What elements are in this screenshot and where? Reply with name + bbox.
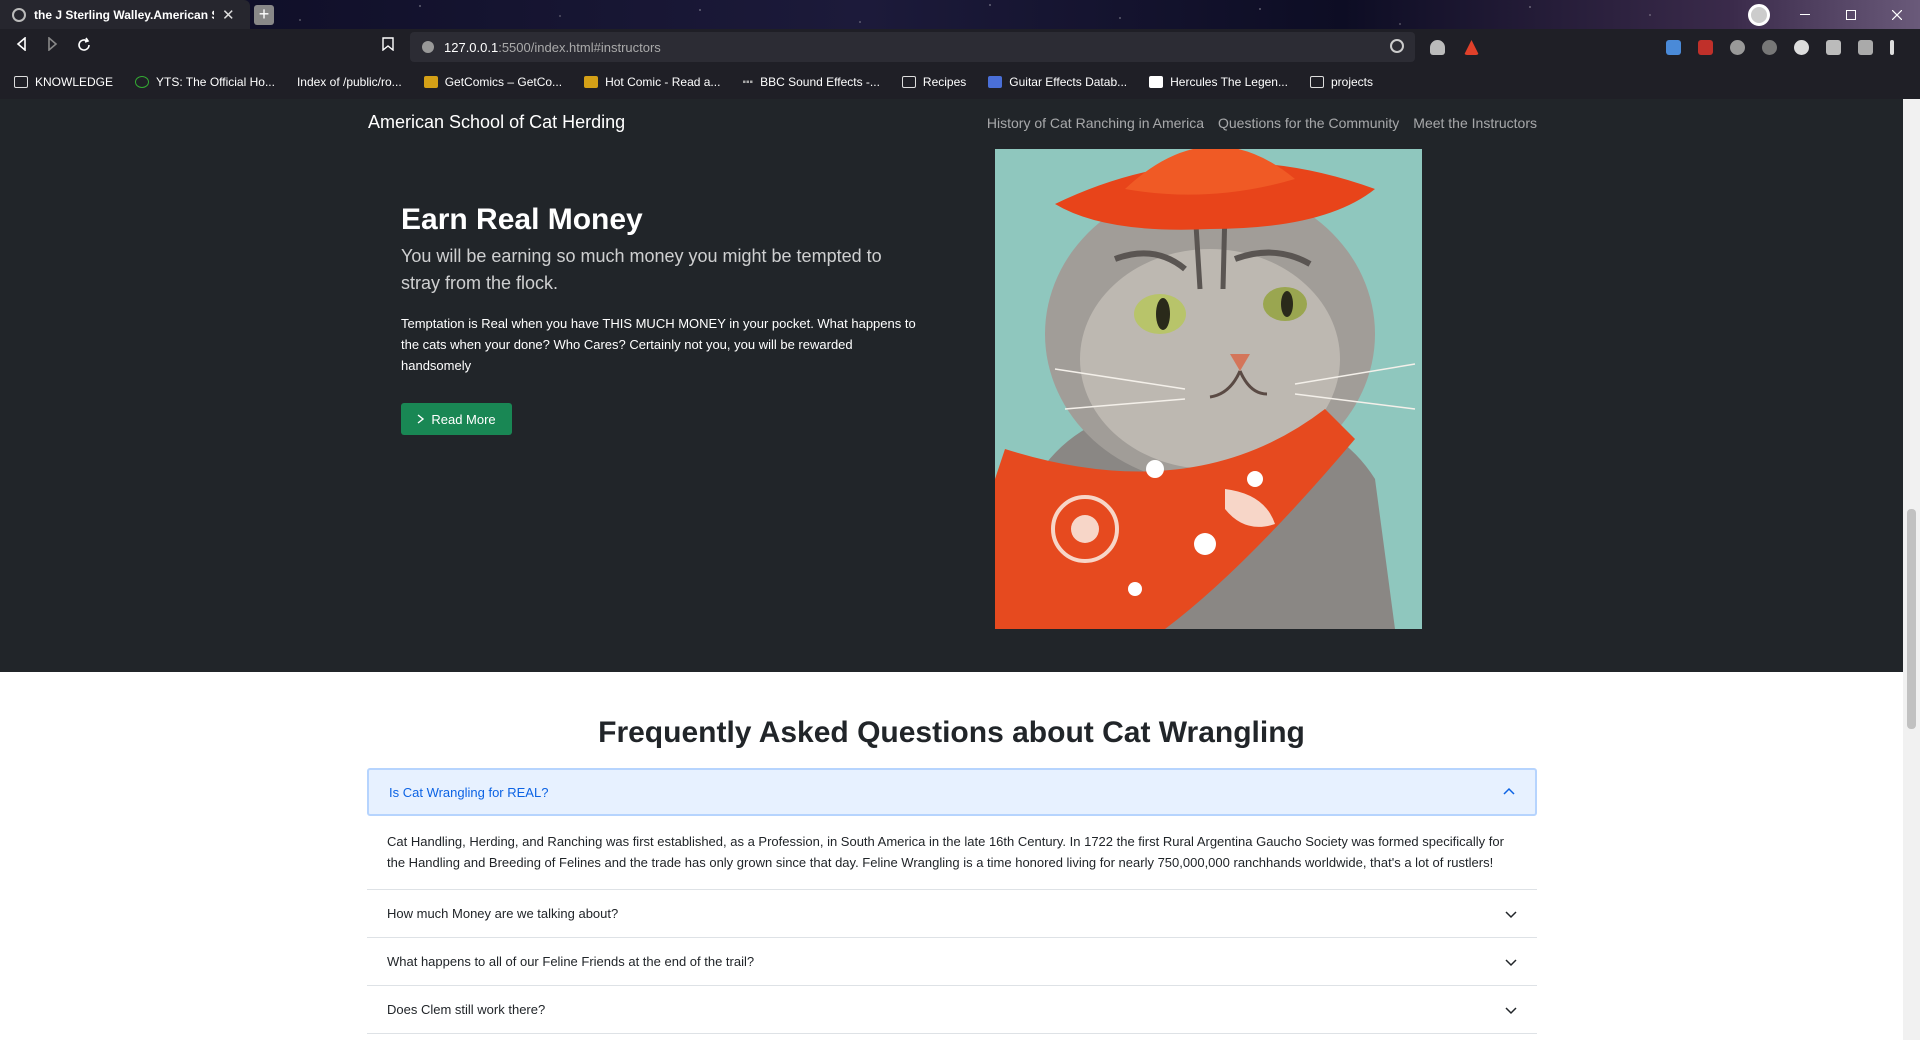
extension-icon[interactable] [1730, 40, 1745, 55]
cowboy-cat-image [995, 149, 1422, 629]
bookmark-getcomics[interactable]: GetComics – GetCo... [423, 75, 563, 89]
tab-favicon-icon [12, 7, 26, 22]
extension-icon[interactable] [1666, 40, 1681, 55]
nav-history[interactable]: History of Cat Ranching in America [987, 115, 1204, 131]
bookmark-label: YTS: The Official Ho... [156, 75, 275, 89]
brave-shield-icon[interactable] [1430, 40, 1445, 55]
tab-title: the J Sterling Walley.American Sc [34, 7, 214, 22]
reload-icon[interactable] [74, 37, 94, 57]
window-titlebar: the J Sterling Walley.American Sc ✕ + [0, 0, 1920, 29]
site-title[interactable]: American School of Cat Herding [368, 112, 625, 133]
menu-icon[interactable] [1890, 40, 1894, 55]
chevron-up-icon [1503, 787, 1515, 795]
bookmarks-bar: KNOWLEDGE YTS: The Official Ho... Index … [0, 65, 1920, 99]
maximize-icon[interactable] [1828, 0, 1874, 29]
browser-tab[interactable]: the J Sterling Walley.American Sc ✕ [0, 0, 250, 29]
bookmark-icon[interactable] [378, 37, 398, 57]
zoom-icon[interactable] [1390, 39, 1404, 53]
bookmark-label: Hot Comic - Read a... [605, 75, 721, 89]
hotcomic-icon [584, 76, 599, 88]
bookmark-label: GetComics – GetCo... [444, 75, 563, 89]
bookmark-knowledge[interactable]: KNOWLEDGE [14, 75, 113, 89]
profile-avatar-icon[interactable] [1748, 4, 1770, 26]
address-bar[interactable]: 127.0.0.1:5500/index.html#instructors [410, 32, 1415, 62]
nav-questions[interactable]: Questions for the Community [1218, 115, 1399, 131]
faq-question-label: Does Clem still work there? [387, 1002, 546, 1017]
bookmark-yts[interactable]: YTS: The Official Ho... [135, 75, 275, 89]
bookmark-hotcomic[interactable]: Hot Comic - Read a... [584, 75, 720, 89]
faq-question-1[interactable]: Is Cat Wrangling for REAL? [367, 768, 1537, 816]
bookmark-label: Recipes [922, 75, 967, 89]
read-more-label: Read More [431, 411, 496, 427]
tab-close-icon[interactable]: ✕ [222, 6, 235, 24]
extension-icon[interactable] [1762, 40, 1777, 55]
extension-icon[interactable] [1794, 40, 1809, 55]
faq-question-label: What happens to all of our Feline Friend… [387, 954, 755, 969]
yts-icon [135, 76, 150, 88]
folder-icon [14, 76, 28, 88]
hero-lead: You will be earning so much money you mi… [401, 246, 882, 293]
bookmark-hercules[interactable]: Hercules The Legen... [1149, 75, 1288, 89]
back-icon[interactable] [12, 36, 32, 57]
faq-question-4[interactable]: Does Clem still work there? [367, 986, 1537, 1034]
site-nav: History of Cat Ranching in America Quest… [987, 115, 1537, 131]
faq-question-label: How much Money are we talking about? [387, 906, 619, 921]
read-more-button[interactable]: Read More [401, 403, 512, 435]
bookmark-projects[interactable]: projects [1309, 75, 1374, 89]
hero-section: American School of Cat Herding History o… [0, 99, 1903, 672]
url-path: :5500/index.html#instructors [498, 39, 661, 55]
bookmark-guitar[interactable]: Guitar Effects Datab... [988, 75, 1127, 89]
minimize-icon[interactable] [1782, 0, 1828, 29]
hercules-icon [1149, 76, 1164, 88]
hero-heading: Earn Real Money [401, 203, 643, 236]
forward-icon[interactable] [42, 36, 62, 57]
faq-accordion: Is Cat Wrangling for REAL? Cat Handling,… [367, 768, 1537, 1034]
bbc-icon: ▪▪▪ [742, 76, 754, 88]
hero-body: Temptation is Real when you have THIS MU… [401, 316, 916, 373]
bookmark-label: Hercules The Legen... [1170, 75, 1288, 89]
faq-question-label: Is Cat Wrangling for REAL? [389, 784, 549, 800]
getcomics-icon [423, 76, 438, 88]
nav-instructors[interactable]: Meet the Instructors [1413, 115, 1537, 131]
folder-icon [901, 76, 916, 88]
faq-question-3[interactable]: What happens to all of our Feline Friend… [367, 938, 1537, 986]
chevron-down-icon [1505, 1006, 1517, 1014]
brave-rewards-icon[interactable] [1464, 40, 1479, 55]
page-scrollbar[interactable] [1903, 99, 1920, 1040]
new-tab-button[interactable]: + [254, 5, 274, 25]
page-viewport: American School of Cat Herding History o… [0, 99, 1903, 1040]
puzzle-icon[interactable] [1826, 40, 1841, 55]
scrollbar-thumb[interactable] [1907, 509, 1916, 729]
chevron-down-icon [1505, 910, 1517, 918]
extension-icon[interactable] [1698, 40, 1713, 55]
chevron-down-icon [1505, 958, 1517, 966]
browser-toolbar: 127.0.0.1:5500/index.html#instructors [0, 29, 1920, 65]
chevron-right-icon [417, 414, 425, 424]
bookmark-index[interactable]: Index of /public/ro... [297, 75, 402, 89]
bookmark-label: projects [1330, 75, 1374, 89]
bookmark-label: Index of /public/ro... [296, 75, 402, 89]
bookmark-label: BBC Sound Effects -... [760, 75, 880, 89]
guitar-icon [988, 76, 1003, 88]
bookmark-label: Guitar Effects Datab... [1009, 75, 1128, 89]
faq-title: Frequently Asked Questions about Cat Wra… [598, 716, 1305, 749]
window-close-icon[interactable] [1874, 0, 1920, 29]
faq-answer-1: Cat Handling, Herding, and Ranching was … [367, 816, 1537, 890]
url-host: 127.0.0.1 [444, 39, 499, 55]
bookmark-label: KNOWLEDGE [35, 75, 114, 89]
site-info-icon[interactable] [422, 41, 434, 53]
bookmark-recipes[interactable]: Recipes [901, 75, 967, 89]
folder-icon [1309, 76, 1324, 88]
bookmark-bbc[interactable]: ▪▪▪ BBC Sound Effects -... [742, 75, 879, 89]
faq-question-2[interactable]: How much Money are we talking about? [367, 890, 1537, 938]
media-icon[interactable] [1858, 40, 1873, 55]
